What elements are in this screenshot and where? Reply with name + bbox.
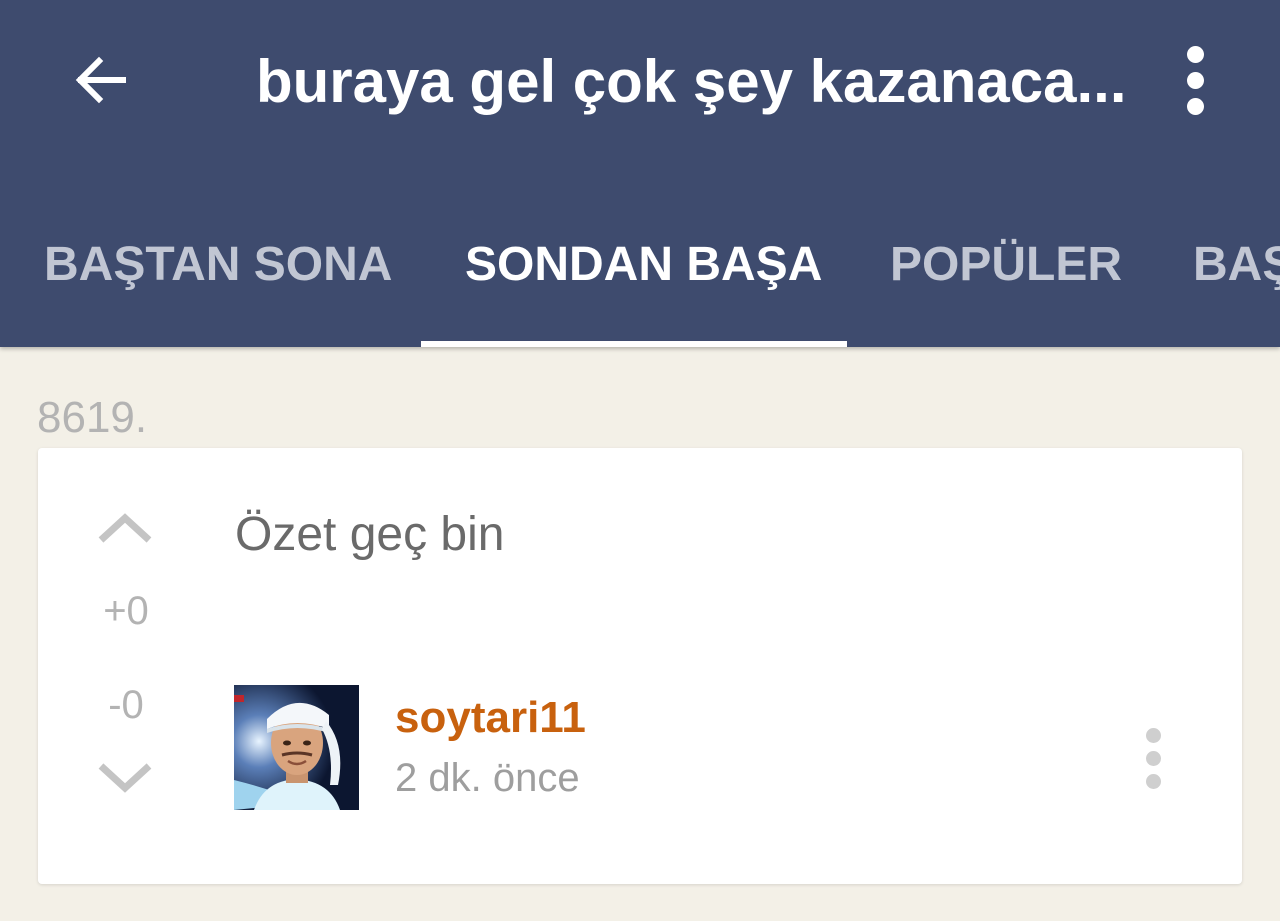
upvote-count: +0 <box>103 589 149 633</box>
active-tab-indicator <box>421 341 847 347</box>
entry-card: +0 -0 Özet geç bin soytari11 2 dk. önce <box>38 448 1242 884</box>
chevron-down-icon <box>98 763 152 793</box>
downvote-count: -0 <box>108 683 144 727</box>
user-avatar-image <box>234 685 359 810</box>
back-button[interactable] <box>60 40 140 120</box>
tab-bastan-sona[interactable]: BAŞTAN SONA <box>44 230 392 300</box>
more-vert-icon <box>1145 727 1161 743</box>
avatar[interactable] <box>234 685 359 810</box>
upvote-button[interactable] <box>95 508 155 548</box>
chevron-up-icon <box>98 513 152 543</box>
tab-bar: BAŞTAN SONA SONDAN BAŞA POPÜLER BAŞ <box>0 190 1280 347</box>
tab-bas[interactable]: BAŞ <box>1193 230 1280 300</box>
arrow-left-icon <box>75 56 126 104</box>
more-vert-icon <box>1186 45 1204 63</box>
tab-sondan-basa[interactable]: SONDAN BAŞA <box>465 230 822 300</box>
overflow-menu-button[interactable] <box>1160 40 1230 120</box>
entry-number: 8619. <box>37 393 148 442</box>
app-bar: buraya gel çok şey kazanaca... BAŞTAN SO… <box>0 0 1280 347</box>
tab-populer[interactable]: POPÜLER <box>890 230 1122 300</box>
entry-text: Özet geç bin <box>235 508 505 561</box>
entry-timestamp[interactable]: 2 dk. önce <box>395 752 580 804</box>
page-title: buraya gel çok şey kazanaca... <box>256 48 1127 115</box>
entry-menu-button[interactable] <box>1128 718 1178 798</box>
author-name[interactable]: soytari11 <box>395 690 586 746</box>
downvote-button[interactable] <box>95 758 155 798</box>
